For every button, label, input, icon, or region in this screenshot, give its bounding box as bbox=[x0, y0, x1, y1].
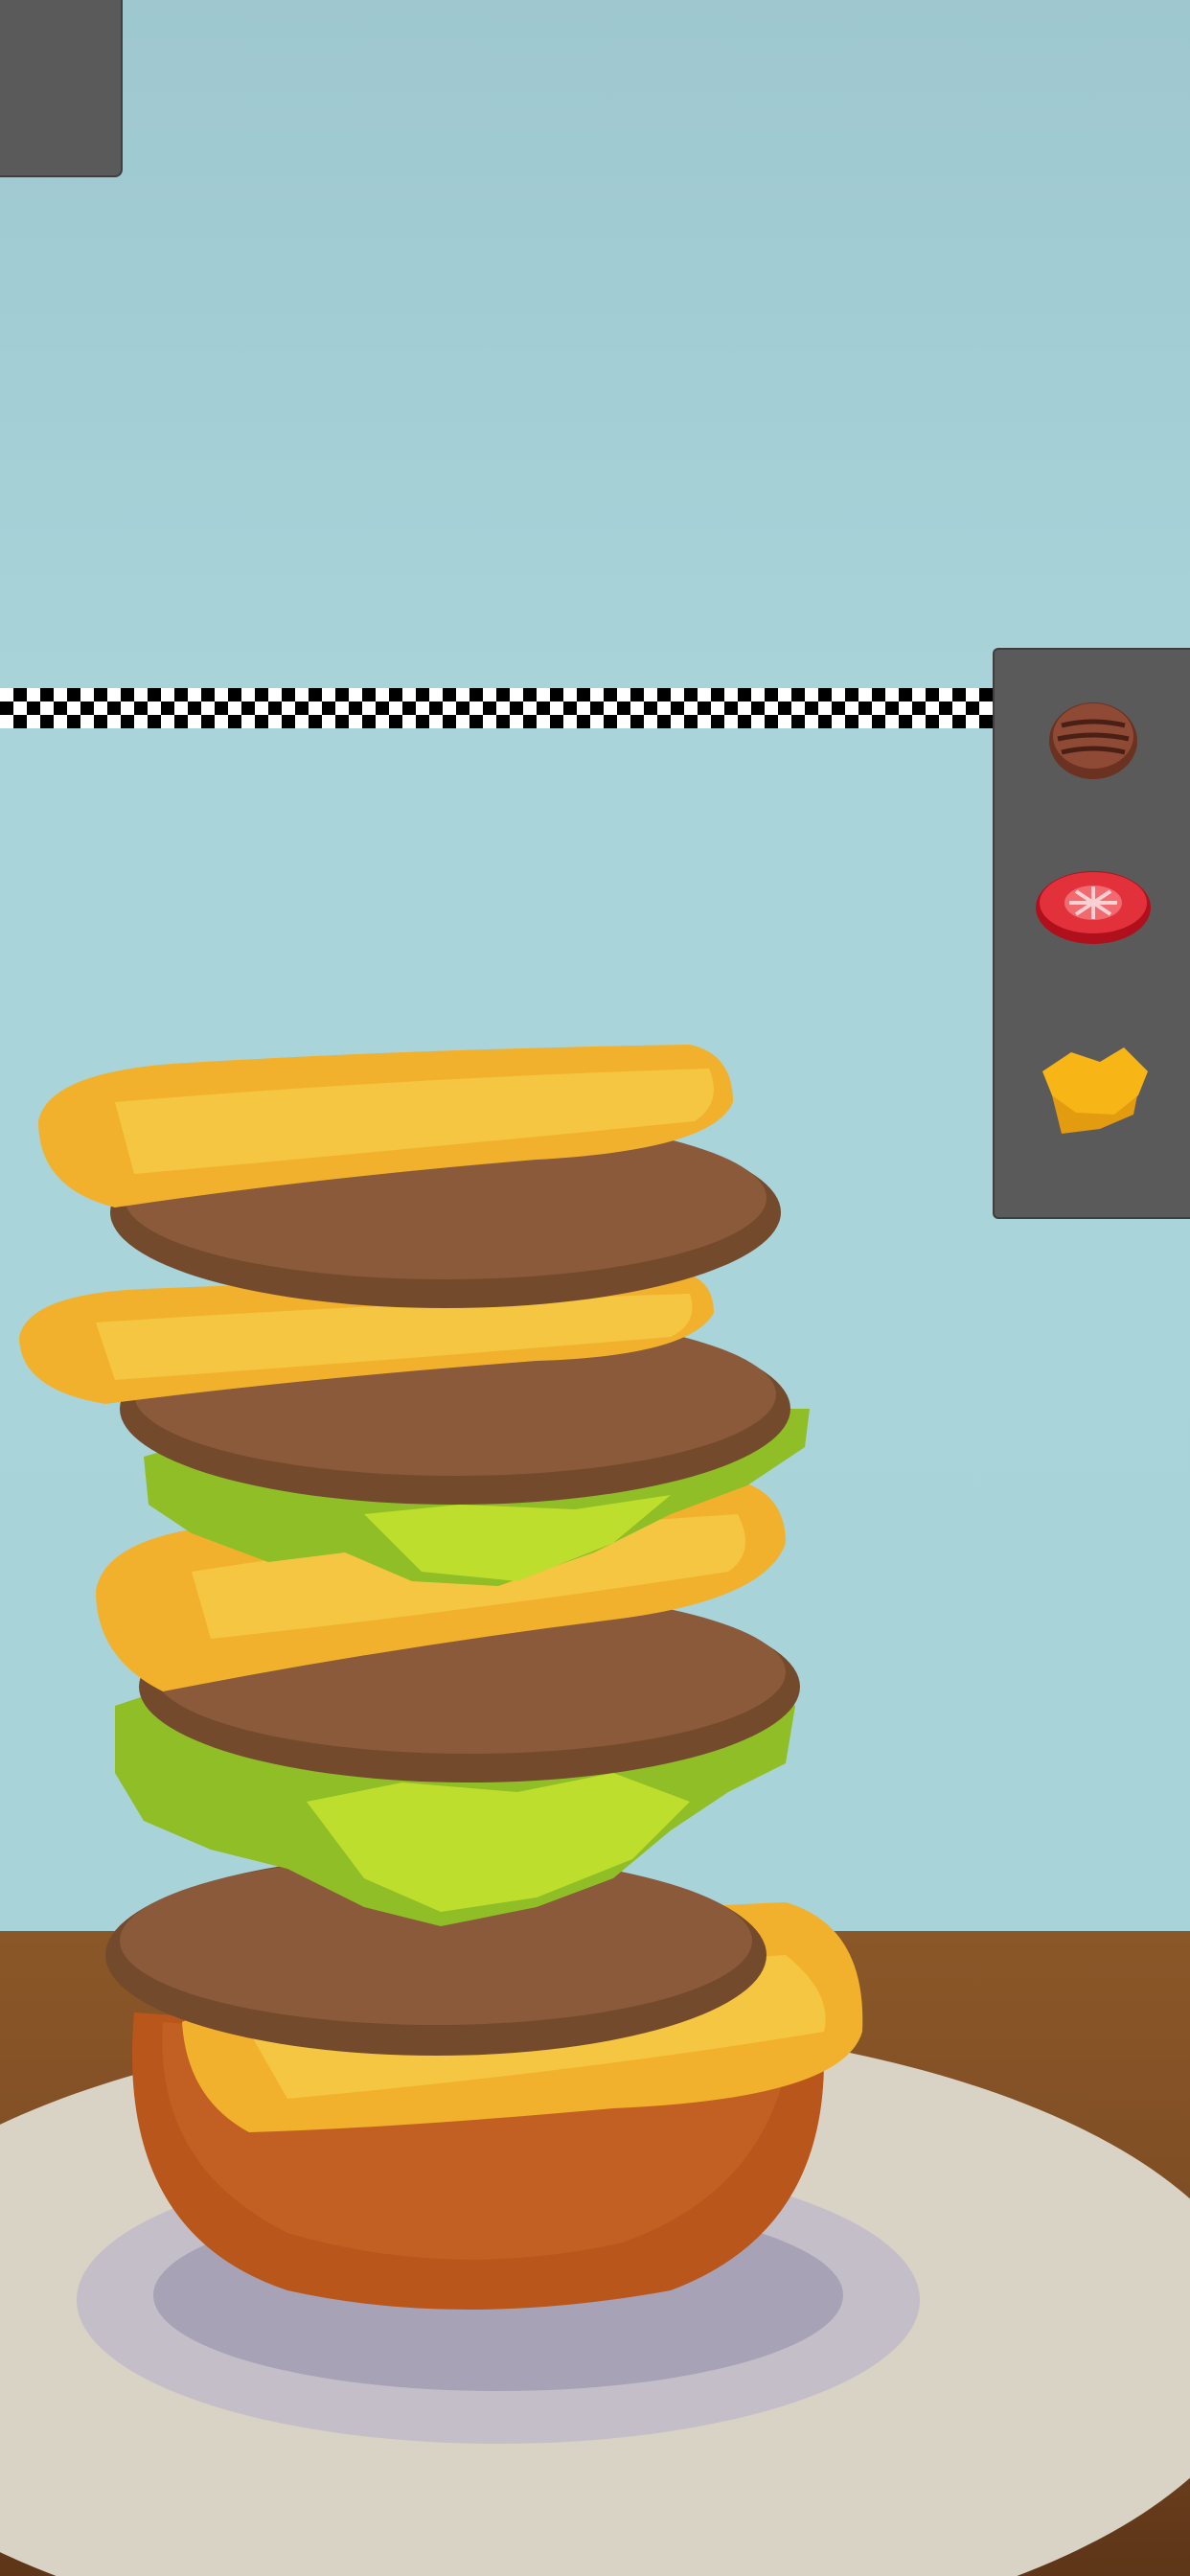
table-surface bbox=[0, 1931, 1190, 2576]
ingredients-panel bbox=[993, 648, 1190, 1219]
patty-icon bbox=[1049, 702, 1137, 779]
tomato-icon bbox=[1036, 871, 1151, 944]
add-patty-button[interactable] bbox=[1033, 678, 1154, 794]
menu-button[interactable] bbox=[0, 0, 123, 177]
finish-line bbox=[0, 688, 993, 728]
cheese-icon bbox=[1042, 1047, 1148, 1134]
add-cheese-button[interactable] bbox=[1033, 1033, 1154, 1148]
add-tomato-button[interactable] bbox=[1033, 845, 1154, 960]
